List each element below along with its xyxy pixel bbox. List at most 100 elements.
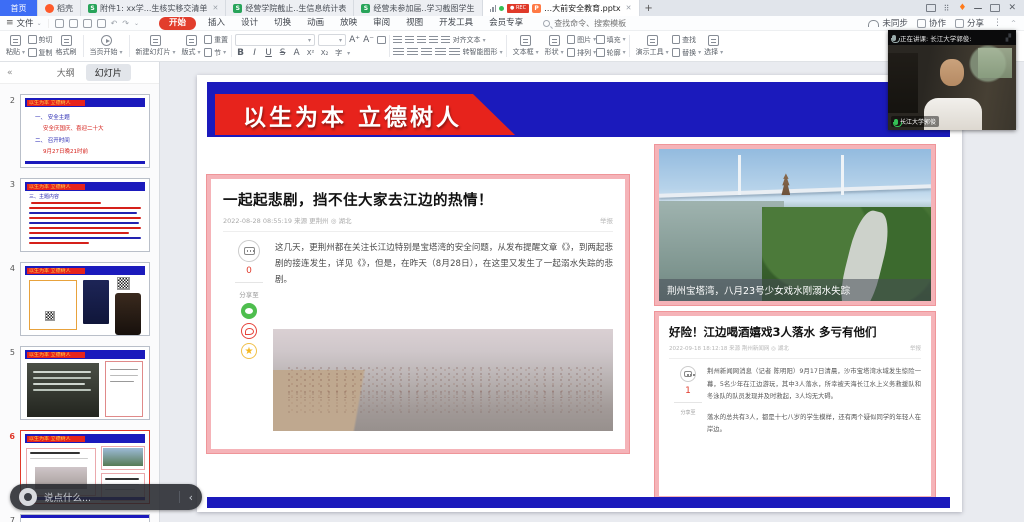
undo-icon[interactable]: ↶	[111, 19, 118, 28]
preview-icon[interactable]	[97, 19, 106, 28]
collab-button[interactable]: 协作	[917, 17, 946, 29]
decrease-font-icon[interactable]: A⁻	[363, 35, 374, 45]
copy-button[interactable]: 复制	[28, 48, 53, 58]
fill-button[interactable]: 填充▾	[596, 35, 626, 45]
align-right-icon[interactable]	[421, 48, 432, 57]
font-color-button[interactable]: A	[291, 48, 302, 58]
tab-home[interactable]: 首页	[0, 0, 38, 16]
distribute-icon[interactable]	[449, 48, 460, 57]
clear-format-icon[interactable]	[377, 36, 386, 45]
tab-active-pptx[interactable]: ● REC P …大前安全教育.pptx ✕	[483, 0, 640, 16]
slide-2-thumbnail[interactable]: 以生为本 立德树人 一、 安全主题 安全庆国庆、喜迎二十大 二、 召开时间 9月…	[20, 94, 150, 168]
slide-canvas[interactable]: 以生为本 立德树人 一起起悲剧，挡不住大家去江边的热情！ 2022-08-28 …	[197, 75, 962, 512]
align-center-icon[interactable]	[407, 48, 418, 57]
bullet-list-icon[interactable]	[393, 36, 402, 45]
decrease-indent-icon[interactable]	[417, 36, 426, 45]
reset-button[interactable]: 重置	[204, 35, 229, 45]
smart-art-button[interactable]: 转智能图形▾	[463, 47, 503, 57]
superscript-button[interactable]: X²	[305, 49, 316, 57]
more-options-icon[interactable]: ⋮	[993, 18, 1002, 28]
minimize-icon[interactable]	[974, 8, 982, 9]
arrange-button[interactable]: 排列▾	[567, 48, 597, 58]
new-tab-button[interactable]: +	[640, 0, 658, 16]
collapse-pill-icon[interactable]: ‹	[187, 491, 193, 504]
font-family-select[interactable]: ▾	[235, 34, 315, 46]
sync-status[interactable]: 未同步	[868, 17, 908, 29]
webcam-overlay[interactable]: 正在讲课: 长江大学郭俊: ▞ 长江大学郭俊	[888, 30, 1016, 130]
slide-7-thumbnail[interactable]	[20, 514, 150, 522]
tab-grid-icon[interactable]: ⠿	[944, 4, 951, 13]
subscript-button[interactable]: X₂	[319, 49, 330, 57]
tab-developer[interactable]: 开发工具	[431, 16, 481, 31]
shapes-icon	[549, 35, 560, 46]
replace-button[interactable]: 替换▾	[672, 48, 702, 58]
increase-font-icon[interactable]: A⁺	[349, 35, 360, 45]
tab-sheet-1[interactable]: S 附件1: xx学...生核实移交清单 ✕	[81, 0, 226, 16]
tab-review[interactable]: 审阅	[365, 16, 398, 31]
tab-design[interactable]: 设计	[233, 16, 266, 31]
picture-button[interactable]: 图片▾	[567, 35, 597, 45]
char-effect-button[interactable]: 字	[333, 48, 344, 58]
search-input[interactable]	[554, 19, 662, 28]
ribbon-toolbar: 粘贴▾ 剪切 复制 格式刷 当页开始▾ 新建幻灯片▾ 版式▾ 重置	[0, 31, 1024, 62]
share-button[interactable]: 分享	[955, 17, 984, 29]
file-menu[interactable]: ≡ 文件 ⌄	[0, 17, 48, 29]
slide-layout-button[interactable]: 版式▾	[179, 32, 204, 61]
export-icon[interactable]	[69, 19, 78, 28]
collapse-panel-icon[interactable]: «	[0, 68, 20, 78]
tab-transition[interactable]: 切换	[266, 16, 299, 31]
close-tab-icon[interactable]: ✕	[626, 4, 632, 12]
font-size-select[interactable]: ▾	[318, 34, 346, 46]
slide-4-thumbnail[interactable]: 以生为本 立德树人	[20, 262, 150, 336]
underline-button[interactable]: U	[263, 48, 274, 58]
line-spacing-icon[interactable]	[441, 36, 450, 45]
select-button[interactable]: 选择▾	[701, 32, 726, 61]
close-tab-icon[interactable]: ✕	[212, 4, 218, 12]
play-from-current-button[interactable]: 当页开始▾	[87, 32, 126, 61]
new-slide-button[interactable]: 新建幻灯片▾	[133, 32, 179, 61]
numbered-list-icon[interactable]	[405, 36, 414, 45]
wps-member-flame-icon[interactable]: ♦	[958, 3, 966, 13]
present-tools-button[interactable]: 演示工具▾	[633, 32, 672, 61]
tab-insert[interactable]: 插入	[200, 16, 233, 31]
paste-button[interactable]: 粘贴▾	[3, 32, 28, 61]
align-left-icon[interactable]	[393, 48, 404, 57]
section-button[interactable]: 节▾	[204, 48, 229, 58]
layout-mode-icon[interactable]	[926, 4, 936, 12]
text-box-button[interactable]: 文本框▾	[510, 32, 542, 61]
tab-slides[interactable]: 幻灯片	[86, 64, 131, 81]
collapse-ribbon-icon[interactable]: ^	[1011, 20, 1016, 27]
save-icon[interactable]	[55, 19, 64, 28]
strikethrough-button[interactable]: S	[277, 48, 288, 58]
italic-button[interactable]: I	[249, 48, 260, 58]
tab-sheet-2[interactable]: S 经营学院截止..生信息统计表	[226, 0, 354, 16]
live-comment-bar[interactable]: 说点什么... ‹	[10, 484, 202, 510]
bold-button[interactable]: B	[235, 48, 246, 58]
tab-start[interactable]: 开始	[159, 17, 196, 30]
align-text-button[interactable]: 对齐文本▾	[453, 35, 486, 45]
tab-sheet-3[interactable]: S 经营未参加届..学习截图学生	[354, 0, 482, 16]
tab-view[interactable]: 视图	[398, 16, 431, 31]
tab-docer[interactable]: 稻壳	[38, 0, 81, 16]
increase-indent-icon[interactable]	[429, 36, 438, 45]
comment-placeholder[interactable]: 说点什么...	[44, 490, 91, 504]
restore-icon[interactable]	[990, 4, 1000, 12]
outline-button[interactable]: 轮廓▾	[596, 48, 626, 58]
chevron-down-icon[interactable]: ⌄	[134, 20, 139, 27]
slide-5-thumbnail[interactable]: 以生为本 立德树人	[20, 346, 150, 420]
slide-3-thumbnail[interactable]: 以生为本 立德树人 三、主题内容	[20, 178, 150, 252]
tab-animation[interactable]: 动画	[299, 16, 332, 31]
close-window-icon[interactable]: ✕	[1008, 3, 1016, 13]
print-icon[interactable]	[83, 19, 92, 28]
find-button[interactable]: 查找	[672, 35, 702, 45]
fill-icon	[596, 35, 605, 44]
tab-member[interactable]: 会员专享	[481, 16, 531, 31]
tab-slideshow[interactable]: 放映	[332, 16, 365, 31]
format-painter-button[interactable]: 格式刷	[53, 32, 80, 61]
cut-button[interactable]: 剪切	[28, 35, 53, 45]
justify-icon[interactable]	[435, 48, 446, 57]
tab-outline[interactable]: 大纲	[48, 64, 84, 81]
command-search[interactable]	[543, 19, 662, 28]
shapes-button[interactable]: 形状▾	[542, 32, 567, 61]
redo-icon[interactable]: ↷	[122, 19, 129, 28]
